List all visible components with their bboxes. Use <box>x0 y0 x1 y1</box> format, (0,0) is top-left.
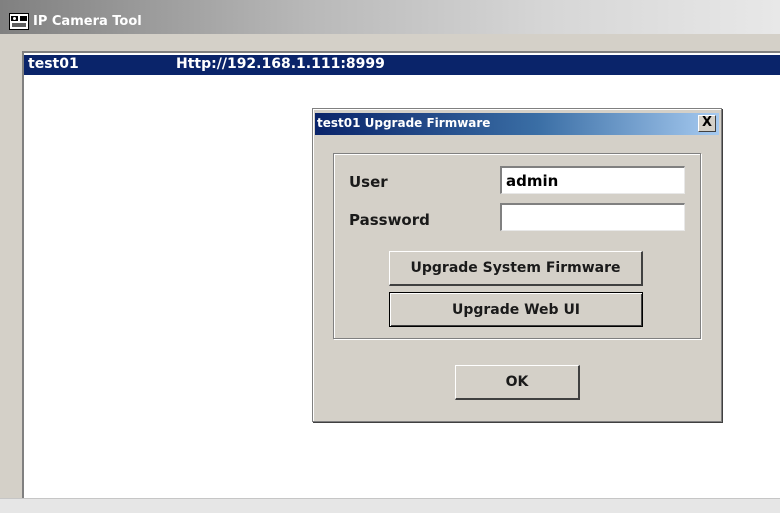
camera-tool-icon <box>9 13 29 30</box>
upgrade-system-firmware-button[interactable]: Upgrade System Firmware <box>389 251 643 286</box>
user-input[interactable] <box>500 166 685 194</box>
ok-button[interactable]: OK <box>455 365 580 400</box>
device-list-row[interactable]: test01 Http://192.168.1.111:8999 <box>24 55 780 75</box>
upgrade-web-ui-button[interactable]: Upgrade Web UI <box>389 292 643 327</box>
screen: IP Camera Tool test01 Http://192.168.1.1… <box>0 0 780 513</box>
dialog-titlebar[interactable]: test01 Upgrade Firmware X <box>315 113 719 135</box>
dialog-title: test01 Upgrade Firmware <box>317 116 491 130</box>
close-button[interactable]: X <box>698 115 716 132</box>
password-label: Password <box>349 211 430 229</box>
status-strip <box>0 498 780 513</box>
app-title: IP Camera Tool <box>33 14 142 29</box>
credentials-group: User Password Upgrade System Firmware Up… <box>333 153 701 339</box>
user-label: User <box>349 173 388 191</box>
device-name: test01 <box>28 56 79 72</box>
close-icon: X <box>701 115 713 130</box>
app-titlebar[interactable]: IP Camera Tool <box>0 0 780 34</box>
upgrade-firmware-dialog: test01 Upgrade Firmware X User Password … <box>312 108 722 422</box>
device-url: Http://192.168.1.111:8999 <box>176 56 385 72</box>
password-input[interactable] <box>500 203 685 231</box>
